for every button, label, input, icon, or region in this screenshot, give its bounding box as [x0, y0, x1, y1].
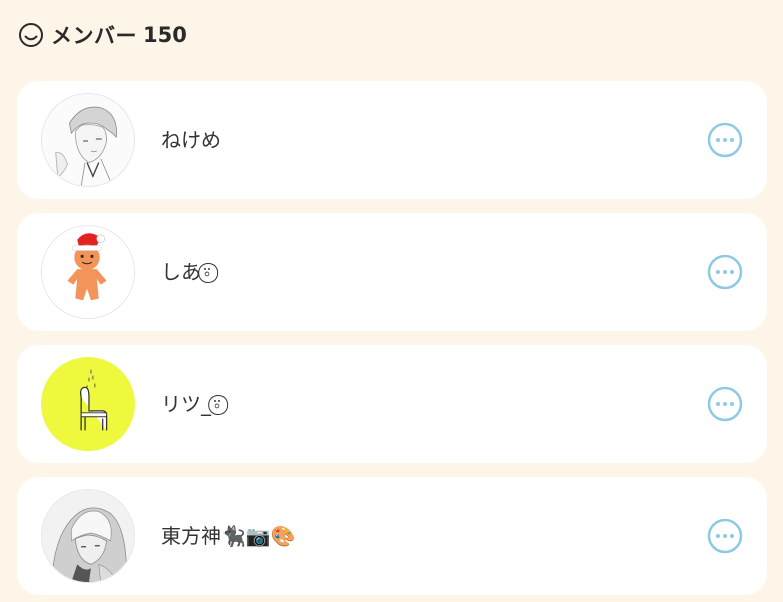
- more-options-icon[interactable]: [707, 518, 743, 554]
- more-options-icon[interactable]: [707, 122, 743, 158]
- member-row[interactable]: 東方神🐈‍⬛📷🎨: [17, 477, 767, 595]
- member-name[interactable]: ねけめ: [161, 81, 221, 199]
- member-avatar[interactable]: [41, 93, 135, 187]
- member-avatar[interactable]: [41, 357, 135, 451]
- members-header: メンバー 150: [17, 20, 187, 50]
- member-name[interactable]: リツ_⍤⃝: [161, 345, 223, 463]
- more-options-icon[interactable]: [707, 254, 743, 290]
- member-avatar[interactable]: [41, 225, 135, 319]
- members-count: 150: [143, 23, 187, 47]
- member-row[interactable]: リツ_⍤⃝: [17, 345, 767, 463]
- smile-face-icon: [17, 21, 45, 49]
- more-options-icon[interactable]: [707, 386, 743, 422]
- gingerbread-santa-avatar: [42, 226, 134, 318]
- member-row[interactable]: ねけめ: [17, 81, 767, 199]
- member-name[interactable]: しあ⍤⃝: [161, 213, 213, 331]
- anime-character-avatar: [42, 490, 134, 582]
- member-row[interactable]: しあ⍤⃝: [17, 213, 767, 331]
- llama-doodle-avatar: [42, 358, 134, 450]
- member-avatar[interactable]: [41, 489, 135, 583]
- member-name[interactable]: 東方神🐈‍⬛📷🎨: [161, 477, 296, 595]
- members-title: メンバー: [51, 24, 137, 48]
- sketch-portrait-avatar: [42, 94, 134, 186]
